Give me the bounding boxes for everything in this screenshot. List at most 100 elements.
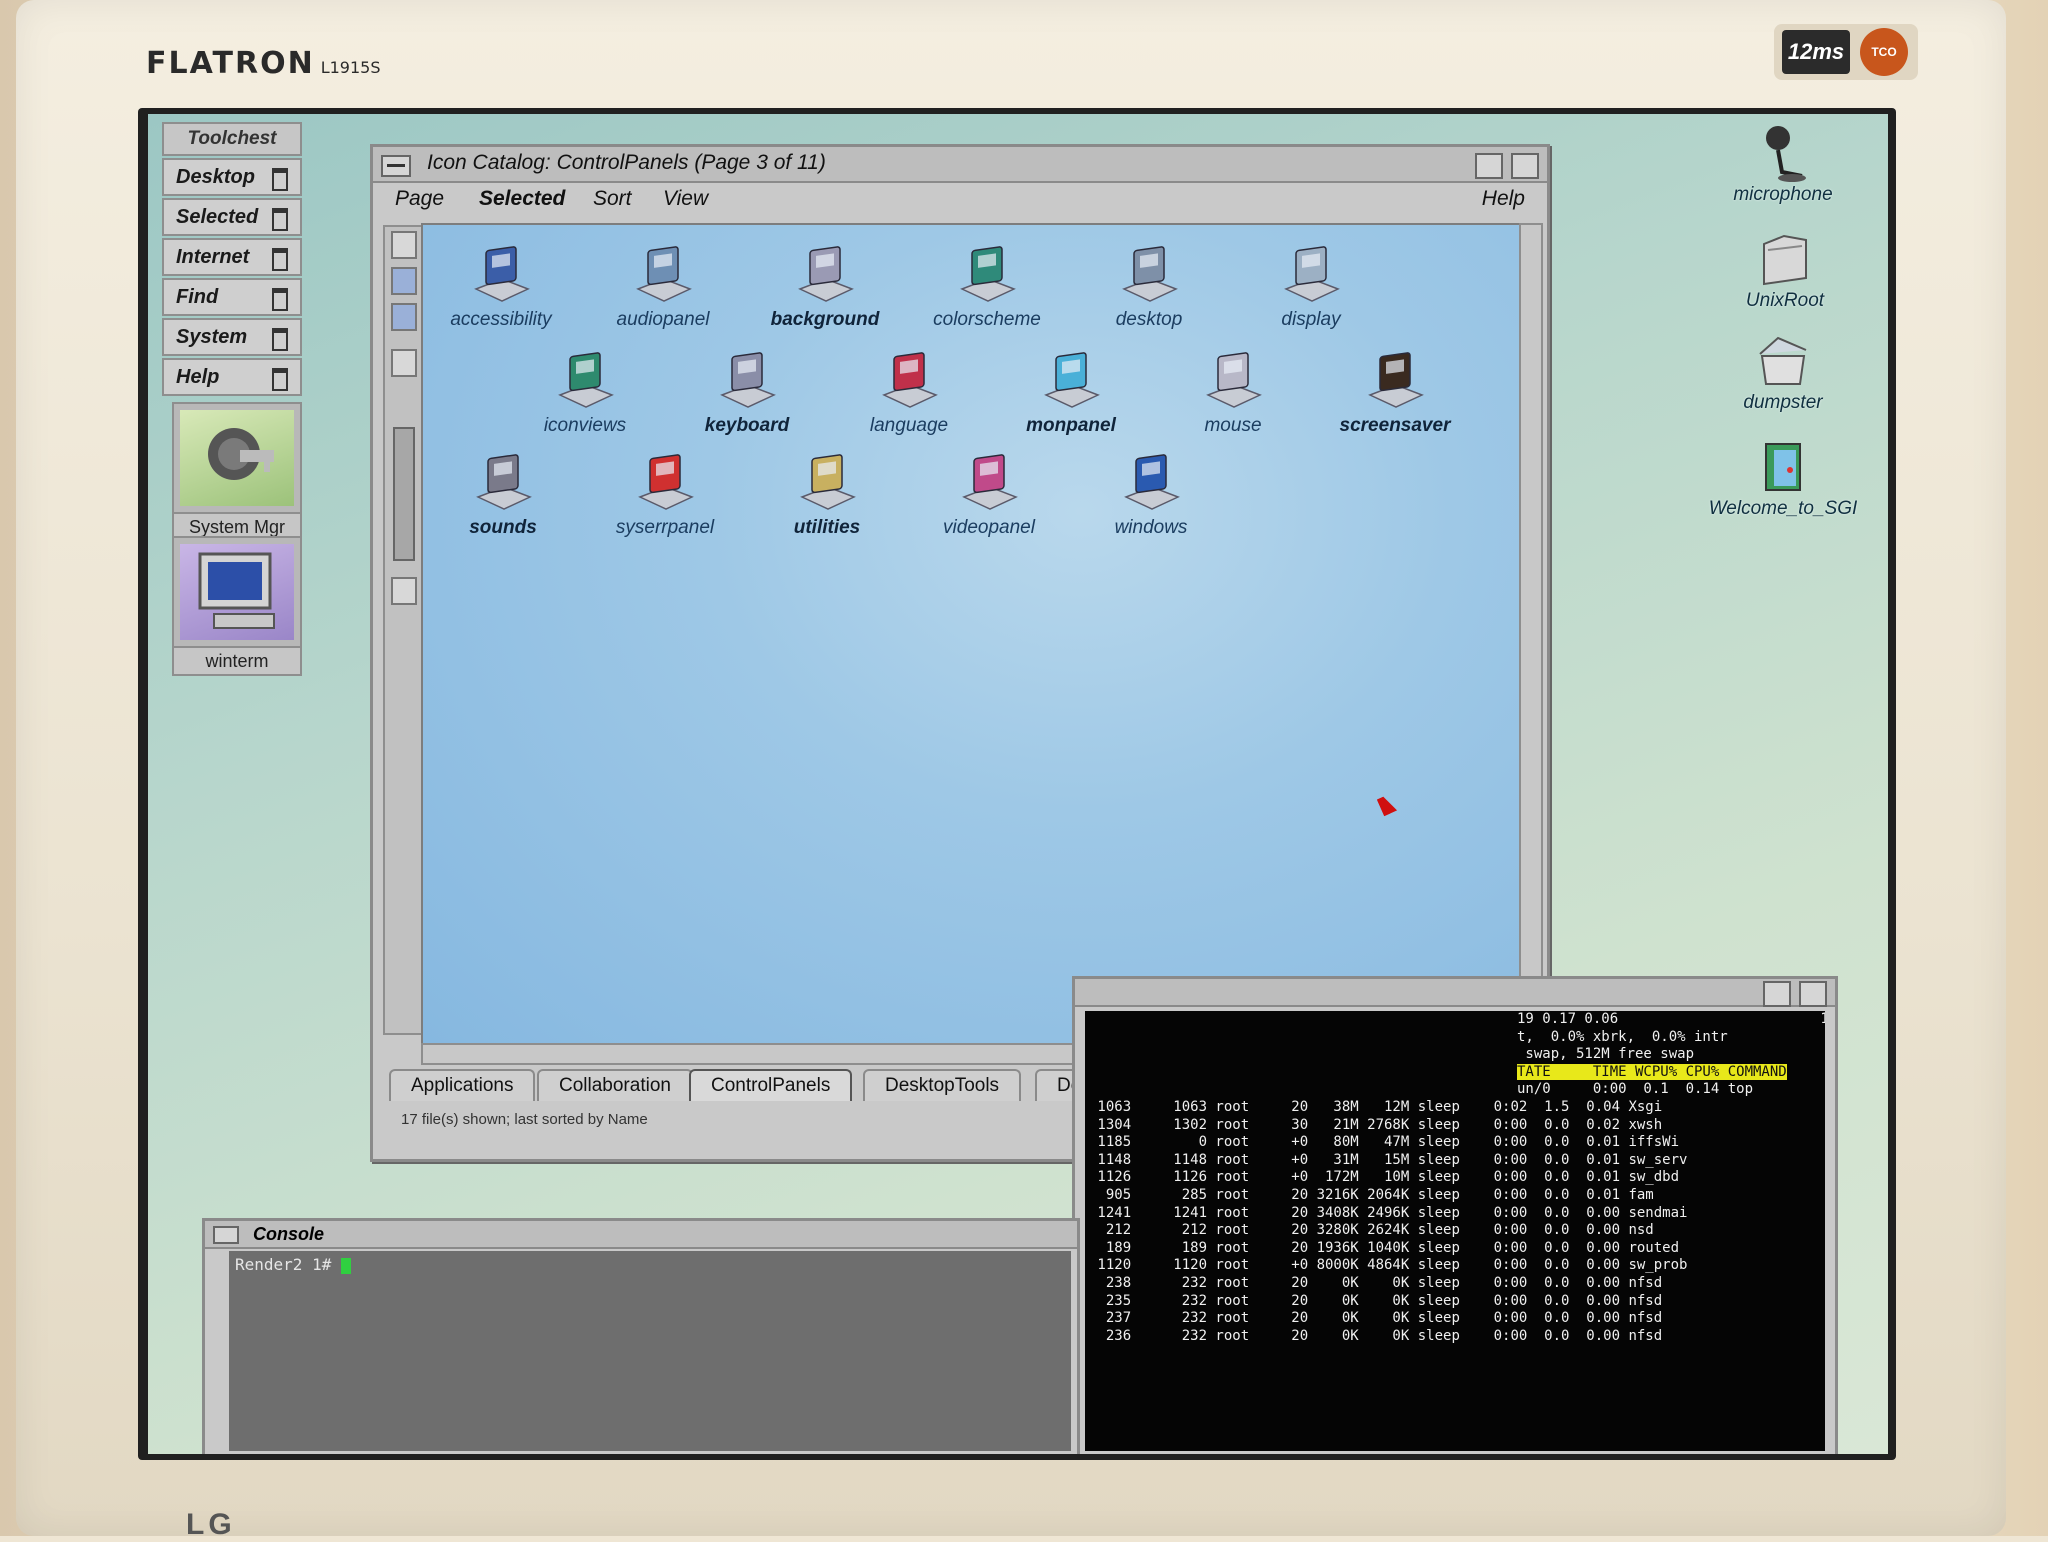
winterm-label: winterm	[174, 646, 300, 674]
desktop-icon-unixroot[interactable]: UnixRoot	[1710, 230, 1860, 312]
toolchest-item-desktop[interactable]: Desktop	[162, 158, 302, 196]
drawer-icon	[272, 328, 288, 351]
process-row: 1241 1241 root 20 3408K 2496K sleep 0:00…	[1089, 1205, 1821, 1223]
catalog-icon-desktop[interactable]: desktop	[1079, 243, 1219, 331]
catalog-icon-label: sounds	[469, 517, 537, 538]
welcome-door-icon	[1756, 438, 1810, 496]
menu-help[interactable]: Help	[1482, 187, 1525, 211]
catalog-icon-label: utilities	[793, 517, 861, 538]
catalog-icon-display[interactable]: display	[1241, 243, 1381, 331]
monitor-brand: FLATRON L1915S	[146, 46, 380, 81]
system-manager-tile[interactable]: System Mgr	[172, 402, 302, 542]
icon-view-icon[interactable]	[391, 231, 417, 259]
catalog-icon-iconviews[interactable]: iconviews	[515, 349, 655, 437]
catalog-icon-label: screensaver	[1339, 415, 1451, 436]
colorscheme-icon	[956, 243, 1018, 307]
drawer-icon	[272, 248, 288, 271]
process-row: 905 285 root 20 3216K 2064K sleep 0:00 0…	[1089, 1187, 1821, 1205]
list-view-icon[interactable]	[391, 267, 417, 295]
toolchest-item-find[interactable]: Find	[162, 278, 302, 316]
process-row: 1185 0 root +0 80M 47M sleep 0:00 0.0 0.…	[1089, 1134, 1821, 1152]
catalog-icon-label: display	[1281, 309, 1341, 330]
process-row: 1148 1148 root +0 31M 15M sleep 0:00 0.0…	[1089, 1152, 1821, 1170]
maximize-button[interactable]	[1511, 153, 1539, 179]
tab-collaboration[interactable]: Collaboration	[537, 1069, 693, 1101]
tco-badge-icon: TCO	[1860, 28, 1908, 76]
catalog-icon-colorscheme[interactable]: colorscheme	[917, 243, 1057, 331]
catalog-icon-label: colorscheme	[933, 309, 1041, 330]
catalog-icon-keyboard[interactable]: keyboard	[677, 349, 817, 437]
catalog-icon-syserrpanel[interactable]: syserrpanel	[595, 451, 735, 539]
toolchest-item-selected[interactable]: Selected	[162, 198, 302, 236]
catalog-icon-windows[interactable]: windows	[1081, 451, 1221, 539]
terminal-maximize-button[interactable]	[1799, 981, 1827, 1007]
toolchest-item-system[interactable]: System	[162, 318, 302, 356]
console-menu-button[interactable]	[213, 1226, 239, 1244]
process-state: sleep 0:02 1.5 0.04 Xsgi	[1417, 1098, 1663, 1115]
catalog-icon-label: videopanel	[943, 517, 1035, 538]
terminal-titlebar[interactable]	[1075, 979, 1835, 1007]
minimize-button[interactable]	[1475, 153, 1503, 179]
catalog-icon-sounds[interactable]: sounds	[433, 451, 573, 539]
console-text[interactable]: Render2 1#	[229, 1251, 1071, 1451]
catalog-icon-audiopanel[interactable]: audiopanel	[593, 243, 733, 331]
terminal-header-text: swap, 512M free swap	[1517, 1046, 1695, 1063]
catalog-icon-label: desktop	[1115, 309, 1183, 330]
terminal-output[interactable]: 19 0.17 0.06 19:13:25t, 0.0% xbrk, 0.0% …	[1085, 1011, 1825, 1451]
desktop-icon-microphone[interactable]: microphone	[1708, 124, 1858, 206]
process-columns: 236 232 root 20 0K 0K	[1089, 1327, 1410, 1344]
catalog-icon-language[interactable]: language	[839, 349, 979, 437]
terminal-minimize-button[interactable]	[1763, 981, 1791, 1007]
window-menu-button[interactable]	[381, 155, 411, 177]
catalog-icon-label: syserrpanel	[615, 517, 715, 538]
catalog-icon-area: accessibility audiopanel background colorsc…	[421, 223, 1521, 1045]
desktop-icon-welcome[interactable]: Welcome_to_SGI	[1708, 438, 1858, 520]
face-icon[interactable]	[391, 349, 417, 377]
zoom-slider[interactable]	[393, 427, 415, 561]
process-row: 1304 1302 root 30 21M 2768K sleep 0:00 0…	[1089, 1117, 1821, 1135]
process-state: sleep 0:00 0.0 0.00 routed	[1417, 1239, 1680, 1256]
catalog-icon-label: windows	[1114, 517, 1188, 538]
catalog-icon-label: accessibility	[450, 309, 552, 330]
console-title: Console	[205, 1221, 1077, 1249]
process-row: 238 232 root 20 0K 0K sleep 0:00 0.0 0.0…	[1089, 1275, 1821, 1293]
catalog-icon-videopanel[interactable]: videopanel	[919, 451, 1059, 539]
tab-controlpanels[interactable]: ControlPanels	[689, 1069, 853, 1101]
drawer-icon	[272, 368, 288, 391]
winterm-tile[interactable]: winterm	[172, 536, 302, 676]
process-row: 235 232 root 20 0K 0K sleep 0:00 0.0 0.0…	[1089, 1293, 1821, 1311]
catalog-icon-accessibility[interactable]: accessibility	[431, 243, 571, 331]
tab-desktoptools[interactable]: DesktopTools	[863, 1069, 1022, 1101]
catalog-icon-monpanel[interactable]: monpanel	[1001, 349, 1141, 437]
window-titlebar[interactable]: Icon Catalog: ControlPanels (Page 3 of 1…	[373, 147, 1547, 183]
system-manager-icon	[180, 410, 294, 506]
drawer-icon	[272, 168, 288, 191]
tab-applications[interactable]: Applications	[389, 1069, 536, 1101]
toolchest-item-help[interactable]: Help	[162, 358, 302, 396]
catalog-icon-utilities[interactable]: utilities	[757, 451, 897, 539]
menu-page[interactable]: Page	[395, 187, 444, 211]
scroll-stop-icon[interactable]	[391, 577, 417, 605]
menu-sort[interactable]: Sort	[593, 187, 632, 211]
terminal-header-text: 19 0.17 0.06 19:13:25	[1517, 1011, 1825, 1027]
menu-selected[interactable]: Selected	[479, 187, 565, 211]
menu-view[interactable]: View	[663, 187, 708, 211]
process-columns: 212 212 root 20 3280K 2624K	[1089, 1222, 1410, 1239]
catalog-icon-screensaver[interactable]: screensaver	[1325, 349, 1465, 437]
catalog-icon-background[interactable]: background	[755, 243, 895, 331]
process-columns: 235 232 root 20 0K 0K	[1089, 1292, 1410, 1309]
process-columns: 1126 1126 root +0 172M 10M	[1089, 1169, 1410, 1186]
keyboard-icon	[716, 349, 778, 413]
toolchest-item-label: Internet	[176, 246, 250, 268]
toolchest-item-internet[interactable]: Internet	[162, 238, 302, 276]
vertical-scrollbar[interactable]	[1519, 223, 1543, 1045]
dumpster-icon	[1756, 332, 1810, 390]
desktop-icon-dumpster[interactable]: dumpster	[1708, 332, 1858, 414]
column-view-icon[interactable]	[391, 303, 417, 331]
process-state: sleep 0:00 0.0 0.01 sw_serv	[1417, 1151, 1688, 1168]
terminal-top-row: un/0 0:00 0.1 0.14 top	[1517, 1081, 1754, 1098]
text-cursor	[340, 1257, 351, 1274]
catalog-icon-mouse[interactable]: mouse	[1163, 349, 1303, 437]
desktop-icon	[1118, 243, 1180, 307]
toolchest-item-label: Find	[176, 286, 219, 308]
